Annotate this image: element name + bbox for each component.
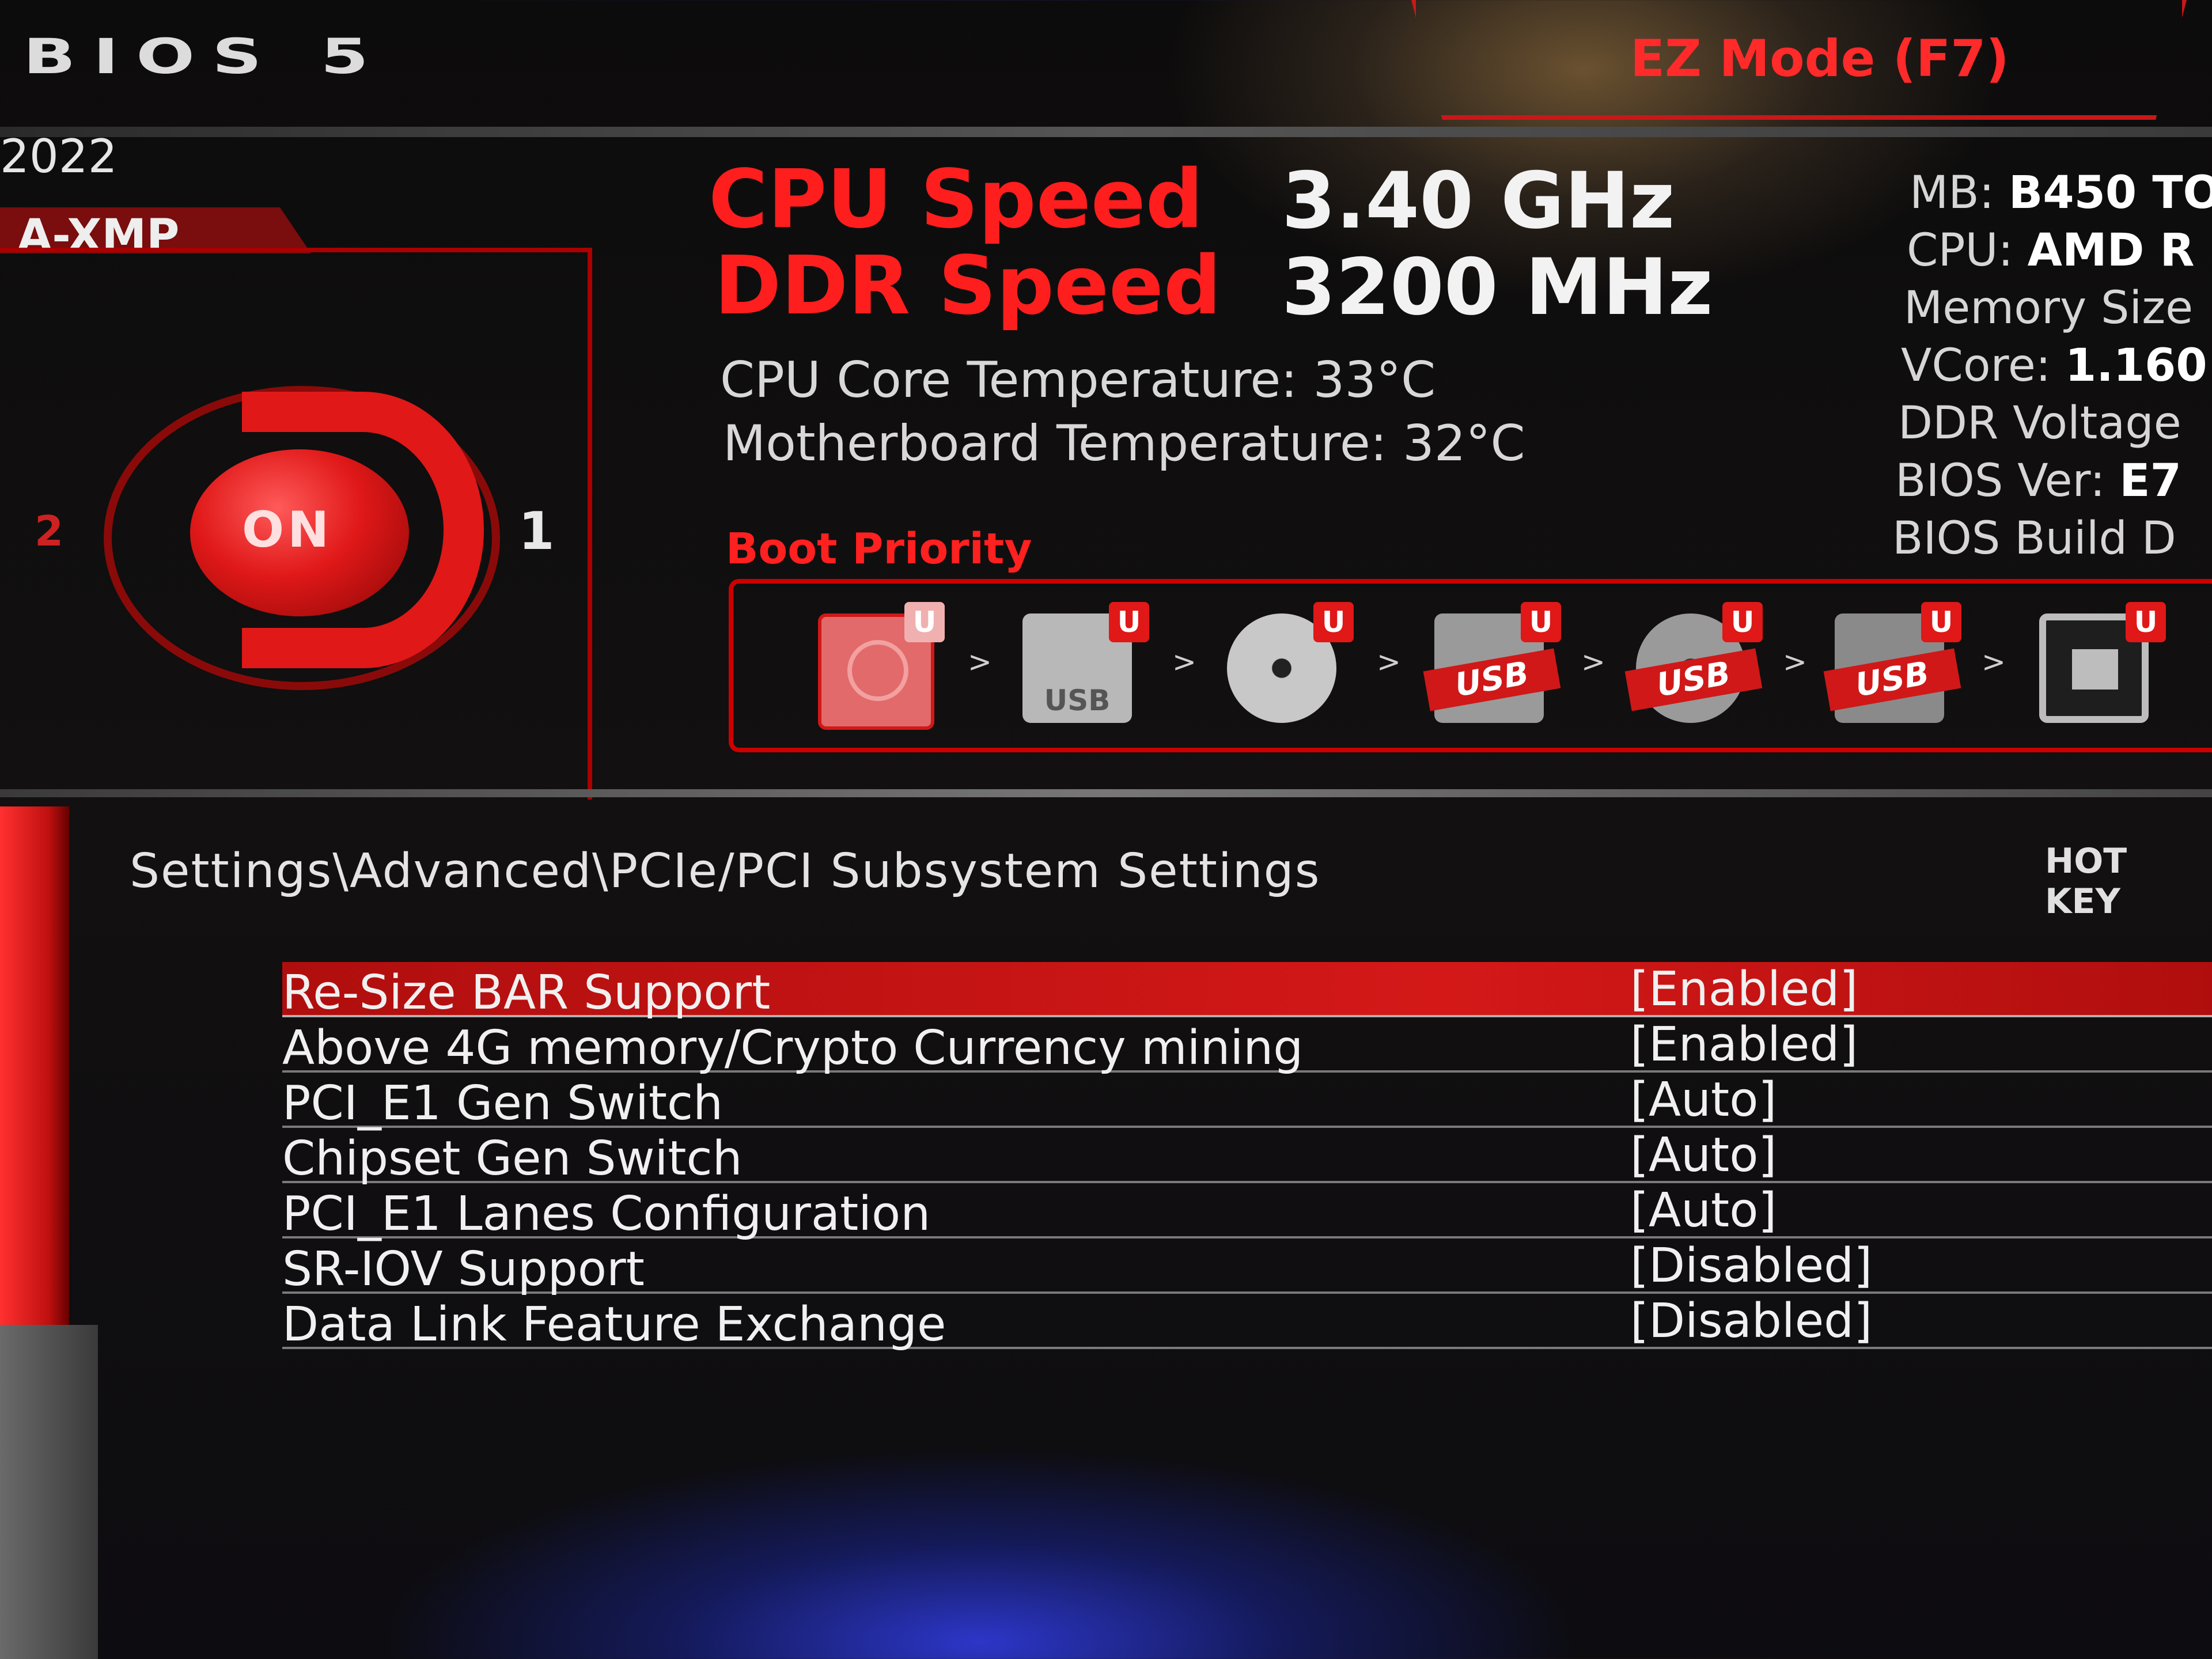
ddr-speed-value: 3200 MHz [1282,242,1713,332]
sysinfo-memory: Memory Size [1904,282,2194,334]
sysinfo-bios-build: BIOS Build D [1892,513,2176,565]
setting-label: PCI_E1 Lanes Configuration [282,1187,931,1241]
uefi-badge: U [1921,602,1961,642]
middle-divider [0,789,2212,797]
boot-arrow: > [1377,645,1401,679]
setting-row-pcie1-gen-switch[interactable]: PCI_E1 Gen Switch [Auto] [282,1073,2212,1131]
setting-value[interactable]: [Enabled] [1630,1017,1858,1072]
xmp-profile-1[interactable]: 1 [518,501,555,562]
sysinfo-ddr-voltage: DDR Voltage [1898,397,2181,449]
boot-arrow: > [1982,645,2006,679]
setting-value[interactable]: [Auto] [1630,1073,1777,1127]
cpu-speed-label: CPU Speed [709,153,1203,247]
ddr-speed-label: DDR Speed [714,239,1222,333]
uefi-badge: U [2126,602,2166,642]
sysinfo-bios-ver: BIOS Ver: E7 [1895,455,2181,507]
boot-device-2[interactable]: USB U [1017,602,1149,723]
sysinfo-vcore: VCore: 1.160 [1901,340,2207,392]
setting-label: SR-IOV Support [282,1242,645,1297]
uefi-badge: U [904,602,945,642]
xmp-knob-state: ON [242,501,333,559]
setting-row-data-link-feature[interactable]: Data Link Feature Exchange [Disabled] [282,1294,2212,1352]
uefi-badge: U [1521,602,1561,642]
setting-value[interactable]: [Auto] [1630,1183,1777,1238]
date-text: 2022 [0,130,118,183]
boot-arrow: > [968,645,992,679]
bios-logo: BIOS 5 [23,29,386,85]
cpu-core-temperature: CPU Core Temperature: 33°C [720,351,1436,409]
side-tab-strip[interactable] [0,806,69,1325]
breadcrumb: Settings\Advanced\PCIe/PCI Subsystem Set… [130,844,1321,899]
setting-value[interactable]: [Enabled] [1630,962,1858,1017]
boot-arrow: > [1581,645,1605,679]
uefi-badge: U [1722,602,1763,642]
setting-row-above-4g[interactable]: Above 4G memory/Crypto Currency mining [… [282,1017,2212,1075]
setting-row-pcie1-lanes[interactable]: PCI_E1 Lanes Configuration [Auto] [282,1183,2212,1241]
setting-value[interactable]: [Auto] [1630,1128,1777,1183]
boot-arrow: > [1172,645,1196,679]
motherboard-temperature: Motherboard Temperature: 32°C [723,415,1525,472]
setting-row-sr-iov[interactable]: SR-IOV Support [Disabled] [282,1238,2212,1297]
boot-device-4[interactable]: USB U [1423,602,1561,723]
setting-label: Data Link Feature Exchange [282,1297,946,1352]
boot-device-6[interactable]: USB U [1823,602,1961,723]
boot-device-3[interactable]: U [1221,602,1354,723]
setting-value[interactable]: [Disabled] [1630,1294,1872,1349]
setting-row-resize-bar[interactable]: Re-Size BAR Support [Enabled] [282,962,2212,1020]
top-divider [0,127,2212,137]
side-tab-strip-inactive[interactable] [0,1325,98,1659]
uefi-badge: U [1109,602,1149,642]
boot-device-1[interactable]: U [812,602,945,730]
hot-key-button[interactable]: HOT KEY [2045,841,2212,922]
boot-device-5[interactable]: USB U [1624,602,1763,723]
setting-value[interactable]: [Disabled] [1630,1238,1872,1293]
boot-device-7[interactable]: U [2033,602,2166,723]
boot-arrow: > [1783,645,1807,679]
setting-label: Above 4G memory/Crypto Currency mining [282,1021,1304,1075]
setting-row-chipset-gen-switch[interactable]: Chipset Gen Switch [Auto] [282,1128,2212,1186]
setting-label: Chipset Gen Switch [282,1131,743,1186]
ez-mode-button[interactable]: EZ Mode (F7) [1630,29,2009,88]
sysinfo-cpu: CPU: AMD R [1907,225,2195,276]
sysinfo-mb: MB: B450 TO [1910,167,2212,219]
xmp-profile-2[interactable]: 2 [35,507,63,555]
setting-label: PCI_E1 Gen Switch [282,1076,724,1131]
boot-priority-label: Boot Priority [726,524,1032,574]
cpu-speed-value: 3.40 GHz [1282,156,1675,246]
setting-label: Re-Size BAR Support [282,965,771,1020]
uefi-badge: U [1313,602,1354,642]
